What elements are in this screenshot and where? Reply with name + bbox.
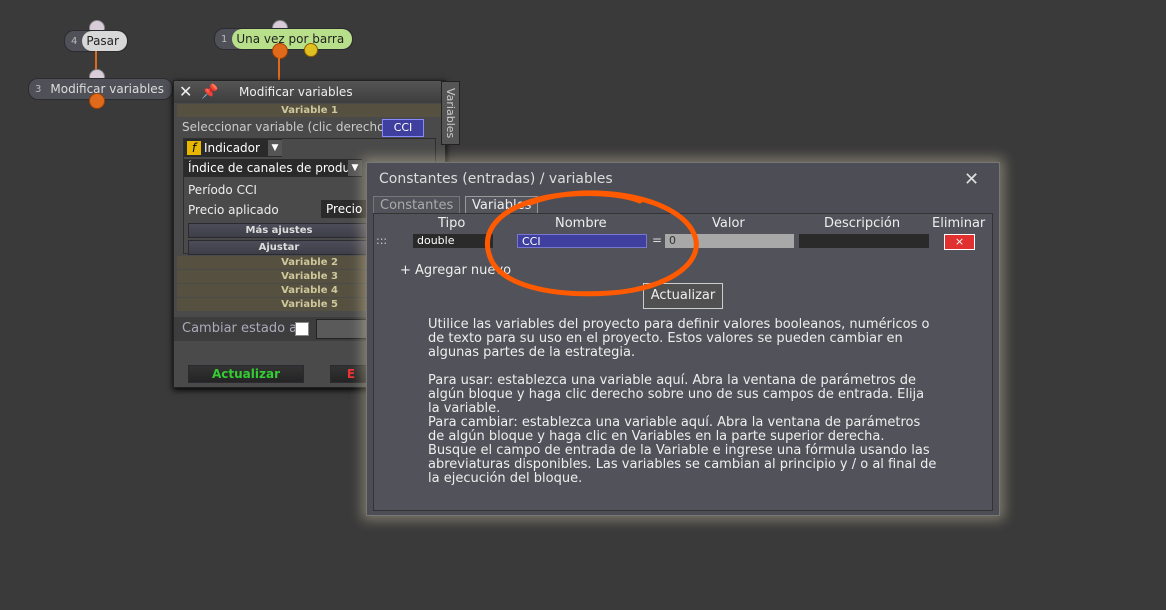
variables-side-tab[interactable]: Variables bbox=[441, 81, 460, 145]
node-number: 4 bbox=[71, 35, 78, 47]
help-paragraph-1: Utilice las variables del proyecto para … bbox=[428, 318, 948, 360]
channel-index-select[interactable]: Índice de canales de produ ▼ bbox=[184, 159, 362, 177]
variable-1-header[interactable]: Variable 1 bbox=[177, 104, 442, 117]
node-label: Pasar bbox=[82, 31, 127, 51]
help-line: de algún bloque y haga clic en Variables… bbox=[428, 429, 885, 444]
help-line: abreviaturas disponibles. Las variables … bbox=[428, 457, 937, 472]
drag-handle-icon[interactable]: ::: bbox=[376, 234, 387, 247]
period-label: Período CCI bbox=[188, 183, 257, 197]
change-state-checkbox[interactable] bbox=[295, 322, 309, 336]
tab-constantes[interactable]: Constantes bbox=[373, 196, 461, 214]
help-line: algún bloque y haga clic derecho sobre u… bbox=[428, 387, 925, 402]
column-header-valor: Valor bbox=[712, 216, 745, 231]
select-variable-row: Seleccionar variable (clic derecho) CCI bbox=[174, 118, 445, 137]
help-line: Para usar: establezca una variable aquí.… bbox=[428, 373, 916, 388]
port-yellow-icon[interactable] bbox=[304, 43, 318, 57]
delete-row-button[interactable]: × bbox=[944, 234, 975, 250]
column-header-eliminar: Eliminar bbox=[932, 216, 986, 231]
column-header-descripcion: Descripción bbox=[824, 216, 901, 231]
change-state-input[interactable] bbox=[316, 319, 368, 339]
price-label: Precio aplicado bbox=[188, 203, 279, 217]
node-label: Una vez por barra bbox=[232, 29, 353, 49]
port-bottom-icon[interactable] bbox=[272, 43, 288, 59]
help-line: la variable. bbox=[428, 401, 501, 416]
port-bottom-icon[interactable] bbox=[89, 93, 105, 109]
close-icon[interactable]: ✕ bbox=[964, 169, 979, 190]
node-number: 3 bbox=[35, 83, 42, 95]
help-line: Busque el campo de entrada de la Variabl… bbox=[428, 443, 930, 458]
select-variable-label: Seleccionar variable (clic derecho) bbox=[182, 120, 390, 134]
highlight-annotation-circle bbox=[485, 190, 699, 297]
panel-title: Modificar variables bbox=[239, 85, 353, 99]
graph-node-pasar[interactable]: 4 Pasar bbox=[64, 30, 128, 52]
help-paragraph-2: Para usar: establezca una variable aquí.… bbox=[428, 374, 948, 486]
pin-icon[interactable]: 📌 bbox=[201, 81, 218, 103]
chevron-down-icon: ▼ bbox=[268, 140, 282, 156]
help-line: Para cambiar: establezca una variable aq… bbox=[428, 415, 921, 430]
help-line: la ejecución del bloque. bbox=[428, 471, 583, 486]
channel-index-value: Índice de canales de produ bbox=[188, 161, 351, 175]
indicator-select[interactable]: f Indicador ▼ bbox=[184, 139, 282, 157]
panel-titlebar: ✕ 📌 Modificar variables bbox=[174, 81, 445, 103]
connector-line bbox=[278, 57, 280, 80]
close-icon[interactable]: ✕ bbox=[179, 81, 192, 103]
help-line: algunas partes de la estrategia. bbox=[428, 345, 636, 360]
adjust-button[interactable]: Ajustar bbox=[188, 240, 370, 255]
more-settings-button[interactable]: Más ajustes bbox=[188, 223, 370, 238]
column-header-tipo: Tipo bbox=[438, 216, 466, 231]
node-number: 1 bbox=[221, 33, 228, 45]
panel-update-button[interactable]: Actualizar bbox=[188, 365, 304, 383]
change-state-label: Cambiar estado a bbox=[182, 321, 298, 336]
function-icon: f bbox=[187, 141, 201, 155]
help-line: de texto para su uso en el proyecto. Est… bbox=[428, 331, 903, 346]
variable-description-input[interactable] bbox=[799, 234, 929, 248]
indicator-label: Indicador bbox=[204, 141, 260, 155]
chevron-down-icon: ▼ bbox=[348, 160, 362, 176]
selected-variable-chip[interactable]: CCI bbox=[382, 119, 424, 137]
help-line: Utilice las variables del proyecto para … bbox=[428, 317, 930, 332]
node-label: Modificar variables bbox=[50, 82, 164, 96]
